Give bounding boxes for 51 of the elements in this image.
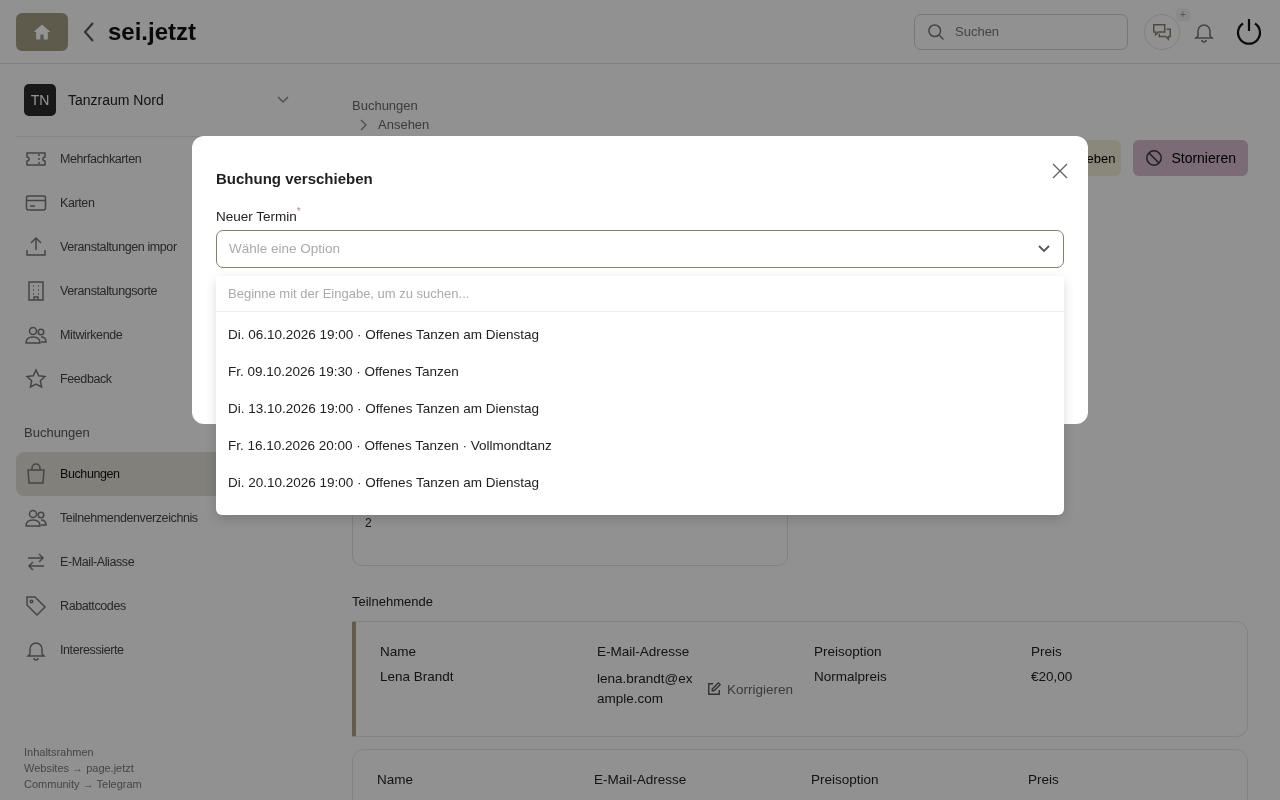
chevron-right-icon — [358, 118, 368, 131]
column-header: Preisoption — [811, 772, 880, 787]
section-heading: Teilnehmende — [352, 594, 434, 609]
column-header: Preis — [1031, 644, 1063, 659]
upload-icon — [24, 235, 48, 259]
edit-icon — [707, 682, 721, 696]
cancel-button[interactable]: Stornieren — [1133, 140, 1248, 176]
footer-link[interactable]: Community → Telegram — [24, 778, 296, 790]
participant-email: lena.brandt@example.com — [597, 670, 694, 708]
plus-badge: + — [1176, 7, 1190, 22]
tag-icon — [24, 594, 48, 618]
footer-link[interactable]: Websites → page.jetzt — [24, 762, 296, 774]
prohibited-icon — [1145, 149, 1164, 167]
breadcrumb-current: Ansehen — [378, 117, 430, 132]
power-icon[interactable] — [1234, 16, 1264, 47]
footer-link[interactable]: Inhaltsrahmen — [24, 746, 296, 758]
card-text: 2 — [365, 516, 372, 530]
price-option: Normalpreis — [814, 669, 1031, 709]
sidebar-item[interactable]: Rabattcodes — [16, 584, 304, 628]
sidebar-section-title: Buchungen — [24, 425, 90, 440]
search-input[interactable]: Beginne mit der Eingabe, um zu suchen... — [216, 276, 1064, 312]
column-header: Preisoption — [814, 644, 883, 659]
logo-text: sei.jetzt — [108, 17, 197, 46]
column-header: Name — [380, 644, 417, 659]
chat-button[interactable] — [1144, 13, 1180, 50]
column-header: E-Mail-Adresse — [597, 644, 691, 659]
modal-title: Buchung verschieben — [216, 169, 373, 187]
column-header: Preis — [1028, 772, 1060, 787]
search-field[interactable]: Suchen — [914, 13, 1128, 50]
correct-button[interactable]: Korrigieren — [707, 681, 794, 697]
bag-icon — [24, 462, 48, 486]
dropdown-option[interactable]: Di. 06.10.2026 19:00 · Offenes Tanzen am Dienstag — [216, 316, 1064, 353]
participant-name: Lena Brandt — [380, 669, 455, 686]
field-label: Neuer Termin$^{*}$ — [216, 206, 302, 224]
organization-avatar: TN — [24, 84, 56, 116]
price: €20,00 — [1031, 669, 1074, 686]
chevron-down-icon — [276, 95, 290, 105]
star-icon — [24, 367, 48, 391]
back-icon[interactable] — [82, 20, 96, 43]
column-header: Name — [377, 772, 414, 787]
dropdown-option[interactable]: Di. 13.10.2026 19:00 · Offenes Tanzen am Dienstag — [216, 390, 1064, 427]
breadcrumb-link[interactable]: Buchungen — [352, 98, 1248, 113]
organization-name: Tanzraum Nord — [68, 92, 165, 108]
dropdown-option[interactable]: Fr. 09.10.2026 19:30 · Offenes Tanzen — [216, 353, 1064, 390]
column-header: E-Mail-Adresse — [594, 772, 688, 787]
home-button[interactable] — [16, 12, 68, 51]
close-icon — [1052, 162, 1068, 179]
search-icon — [926, 21, 946, 42]
sidebar-item[interactable]: E-Mail-Aliasse — [16, 540, 304, 584]
chevron-down-icon — [1037, 243, 1051, 254]
sidebar-item[interactable]: Interessierte — [16, 628, 304, 672]
